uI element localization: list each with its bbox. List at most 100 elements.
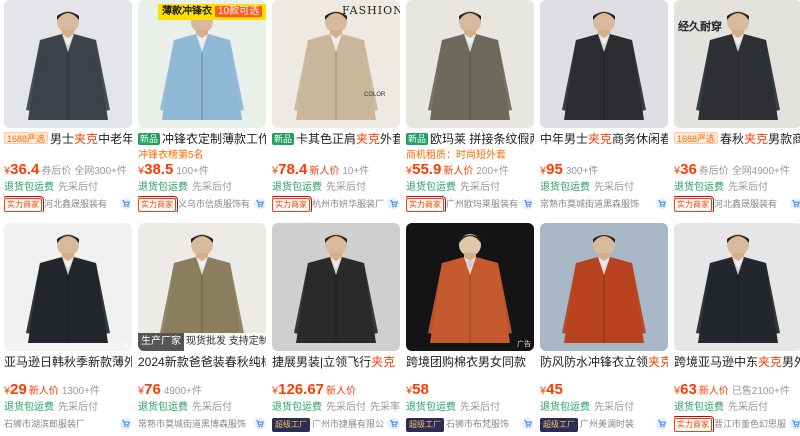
shop-row[interactable]: 超级工厂 广州美澜时装 bbox=[540, 416, 668, 432]
cart-icon[interactable] bbox=[119, 417, 132, 430]
price-note: 券后价 bbox=[41, 166, 72, 177]
product-title[interactable]: 亚马逊日韩秋季新款薄外套 bbox=[4, 354, 132, 370]
product-card[interactable]: 广告亚马逊日韩秋季新款薄外套 ¥29新人价1300+件退货包运费先采后付石狮市湖滨… bbox=[4, 223, 132, 436]
cart-icon[interactable] bbox=[521, 417, 534, 430]
product-card[interactable]: 中年男士夹克商务休闲春秋 ¥95300+件退货包运费先采后付常熟市莫城街道黑森服饰 bbox=[540, 0, 668, 213]
product-image[interactable]: FASHION COLOR bbox=[272, 0, 400, 128]
price: ¥55.9 bbox=[406, 161, 441, 178]
jacket-photo-icon bbox=[674, 223, 800, 351]
product-title[interactable]: 中年男士夹克商务休闲春秋 bbox=[540, 131, 668, 147]
title-text: 2024新款爸爸装春秋纯棉外 bbox=[138, 355, 266, 369]
product-card[interactable]: 生产厂家现货批发 支持定制 2024新款爸爸装春秋纯棉外 ¥764900+件退货包运… bbox=[138, 223, 266, 436]
product-card[interactable]: 1688严选男士夹克中老年外套 ¥36.4券后价全网300+件退货包运费先采后付实… bbox=[4, 0, 132, 213]
product-card[interactable]: 捷展男装|立领飞行夹克 ¥126.67新人价退货包运费先采后付先采率80% 超级工厂… bbox=[272, 223, 400, 436]
title-keyword: 夹克 bbox=[74, 132, 99, 146]
cart-icon[interactable] bbox=[387, 197, 400, 210]
product-image[interactable]: 经久耐穿 bbox=[674, 0, 800, 128]
cart-icon[interactable] bbox=[253, 417, 266, 430]
price-row: ¥126.67 新人价 bbox=[272, 381, 400, 399]
product-card[interactable]: 薄款冲锋衣10款可选新品冲锋衣定制薄款工作服冲锋衣榜第5名¥38.5100+件退… bbox=[138, 0, 266, 213]
shop-name[interactable]: 杭州市妍华服装厂 bbox=[312, 199, 384, 209]
product-card[interactable]: 广告 跨境团购棉衣男女同款 ¥58 退货包运费 先采后付 超级工厂 石狮市布梵服饰 bbox=[406, 223, 534, 436]
shop-row[interactable]: 实力商家 河北鑫晟服装有 bbox=[674, 196, 800, 212]
product-image[interactable] bbox=[406, 0, 534, 128]
price-row: ¥76 4900+件 bbox=[138, 381, 266, 399]
price-row: ¥55.9 新人价 200+件 bbox=[406, 161, 534, 179]
product-image[interactable]: 广告 bbox=[406, 223, 534, 351]
product-title[interactable]: 新品欧玛莱 拼接条纹假两件 bbox=[406, 131, 534, 147]
product-image[interactable] bbox=[540, 223, 668, 351]
shop-name[interactable]: 广州欧玛莱服装有 bbox=[446, 199, 518, 209]
product-image[interactable]: 生产厂家 现货批发 支持定制 bbox=[138, 223, 266, 351]
title-text: 冲锋衣定制薄款工作服 bbox=[162, 132, 266, 146]
shop-name[interactable]: 石狮市布梵服饰 bbox=[446, 419, 509, 429]
sold-count: 200+件 bbox=[476, 166, 509, 177]
cart-icon[interactable] bbox=[655, 417, 668, 430]
price-row: ¥38.5 100+件 bbox=[138, 161, 266, 179]
shop-row[interactable]: 实力商家 杭州市妍华服装厂 bbox=[272, 196, 400, 212]
return-shipping-label: 退货包运费 bbox=[674, 182, 724, 193]
product-image[interactable]: 薄款冲锋衣 10款可选 bbox=[138, 0, 266, 128]
shop-name[interactable]: 河北鑫晟服装有 bbox=[714, 199, 777, 209]
image-banner-count: 10款可选 bbox=[215, 6, 263, 17]
shop-name[interactable]: 河北鑫晟服装有 bbox=[44, 199, 107, 209]
cart-icon[interactable] bbox=[253, 197, 266, 210]
shop-row[interactable]: 实力商家 广州欧玛莱服装有 bbox=[406, 196, 534, 212]
shop-name[interactable]: 常熟市莫城街道黑博森服饰 bbox=[138, 419, 246, 429]
product-title[interactable]: 新品冲锋衣定制薄款工作服 bbox=[138, 131, 266, 147]
product-card[interactable]: 新品欧玛莱 拼接条纹假两件商机租质：时尚短外套¥55.9新人价200+件退货包运… bbox=[406, 0, 534, 213]
product-image[interactable] bbox=[674, 223, 800, 351]
product-card[interactable]: 经久耐穿 1688严选春秋夹克男款商务休 ¥36券后价全网4900+件退货包运费先采… bbox=[674, 0, 800, 213]
price-value: 38.5 bbox=[144, 161, 174, 178]
shop-name[interactable]: 常熟市莫城街道黑森服饰 bbox=[540, 199, 639, 209]
image-fashion-label: FASHION bbox=[342, 4, 400, 17]
cart-icon[interactable] bbox=[789, 197, 800, 210]
product-image[interactable] bbox=[272, 223, 400, 351]
shop-row[interactable]: 超级工厂 广州市捷展有限公 bbox=[272, 416, 400, 432]
shop-name[interactable]: 广州美澜时装 bbox=[580, 419, 634, 429]
shop-row[interactable]: 超级工厂 石狮市布梵服饰 bbox=[406, 416, 534, 432]
shop-row[interactable]: 实力商家 晋江市董色幻思服 bbox=[674, 416, 800, 432]
product-card[interactable]: 跨境亚马逊中东夹克男外套 ¥63新人价已售2100+件退货包运费先采后付实力商家晋… bbox=[674, 223, 800, 436]
product-title[interactable]: 新品卡其色正肩夹克外套女 bbox=[272, 131, 400, 147]
product-card[interactable]: FASHION COLOR 新品卡其色正肩夹克外套女 ¥78.4新人价10+件退货包运… bbox=[272, 0, 400, 213]
shop-row[interactable]: 实力商家 河北鑫晟服装有 bbox=[4, 196, 132, 212]
shop-row[interactable]: 常熟市莫城街道黑森服饰 bbox=[540, 196, 668, 212]
price: ¥38.5 bbox=[138, 161, 173, 178]
product-image[interactable]: 广告 bbox=[4, 223, 132, 351]
shop-name[interactable]: 广州市捷展有限公 bbox=[312, 419, 384, 429]
cart-icon[interactable] bbox=[655, 197, 668, 210]
shop-name[interactable]: 晋江市董色幻思服 bbox=[714, 419, 786, 429]
cart-icon[interactable] bbox=[789, 417, 800, 430]
product-image[interactable] bbox=[4, 0, 132, 128]
price-value: 29 bbox=[10, 381, 27, 398]
shop-row[interactable]: 石狮市湖滨郎服装厂 bbox=[4, 416, 132, 432]
product-title[interactable]: 捷展男装|立领飞行夹克 bbox=[272, 354, 400, 370]
price-value: 63 bbox=[680, 381, 697, 398]
pay-later-label: 先采后付 bbox=[58, 402, 98, 413]
product-title[interactable]: 跨境亚马逊中东夹克男外套 bbox=[674, 354, 800, 370]
product-title[interactable]: 跨境团购棉衣男女同款 bbox=[406, 354, 534, 370]
price-value: 55.9 bbox=[412, 161, 442, 178]
product-card[interactable]: 防风防水冲锋衣立领夹克 ¥45 退货包运费 先采后付 超级工厂 广州美澜时装 bbox=[540, 223, 668, 436]
price: ¥45 bbox=[540, 381, 563, 398]
shop-name[interactable]: 石狮市湖滨郎服装厂 bbox=[4, 419, 85, 429]
shop-row[interactable]: 实力商家 义乌市信质服饰有 bbox=[138, 196, 266, 212]
cart-icon[interactable] bbox=[387, 417, 400, 430]
product-title[interactable]: 防风防水冲锋衣立领夹克 bbox=[540, 354, 668, 370]
jacket-photo-icon bbox=[138, 223, 266, 351]
product-image[interactable] bbox=[540, 0, 668, 128]
cart-icon[interactable] bbox=[521, 197, 534, 210]
merchant-badge: 超级工厂 bbox=[540, 417, 578, 432]
shop-row[interactable]: 常熟市莫城街道黑博森服饰 bbox=[138, 416, 266, 432]
shop-name[interactable]: 义乌市信质服饰有 bbox=[178, 199, 250, 209]
product-title[interactable]: 2024新款爸爸装春秋纯棉外 bbox=[138, 354, 266, 370]
title-text-tail: 中老年外套 bbox=[98, 132, 132, 146]
product-title[interactable]: 1688严选春秋夹克男款商务休 bbox=[674, 131, 800, 147]
product-title[interactable]: 1688严选男士夹克中老年外套 bbox=[4, 131, 132, 147]
service-row: 退货包运费 先采后付 bbox=[138, 401, 266, 414]
jacket-photo-icon bbox=[406, 223, 534, 351]
cart-icon[interactable] bbox=[119, 197, 132, 210]
return-shipping-label: 退货包运费 bbox=[540, 402, 590, 413]
title-text-tail: 男外套 bbox=[782, 355, 800, 369]
